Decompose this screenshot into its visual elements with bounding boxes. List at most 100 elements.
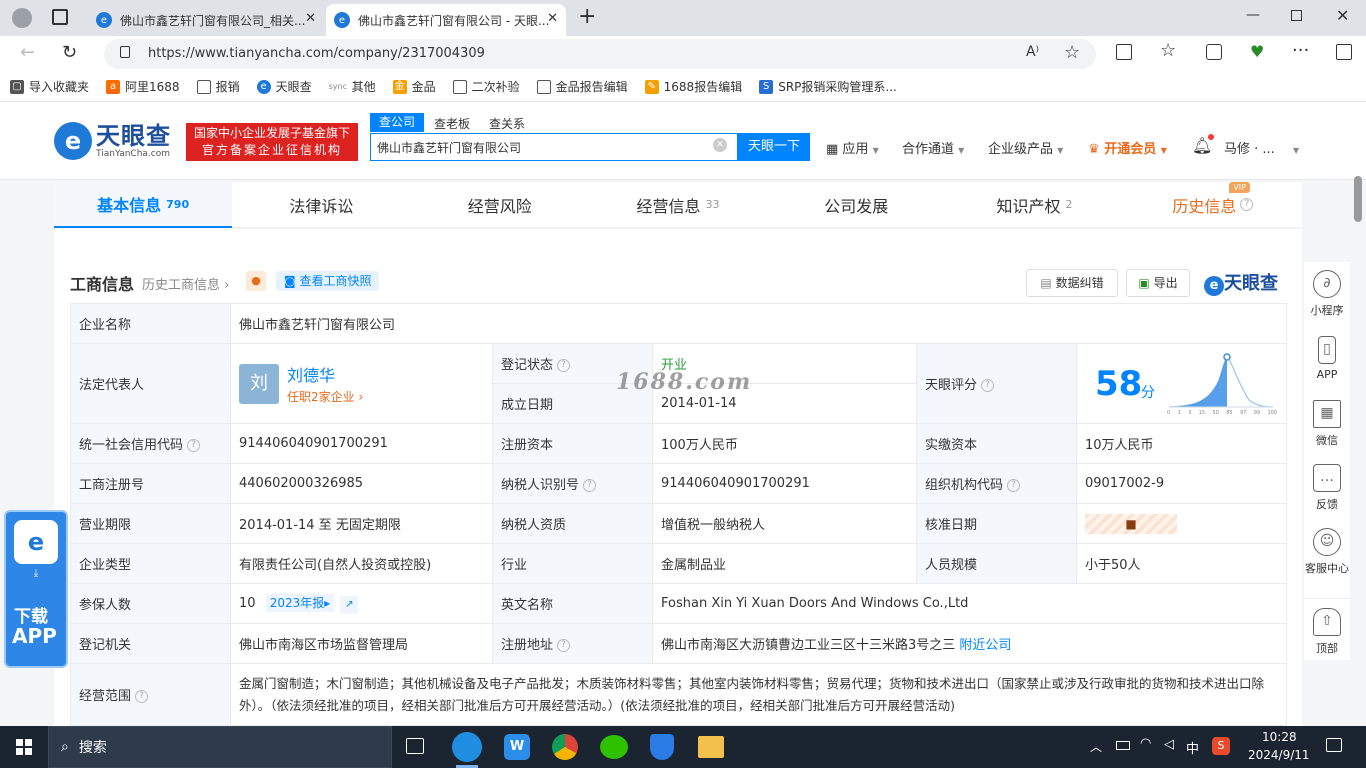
extensions-icon[interactable]: ♥ [1250,42,1264,61]
split-screen-icon[interactable] [1116,44,1132,60]
nav-vip[interactable]: ♛ 开通会员 ▼ [1088,138,1167,157]
close-tab-icon[interactable]: ✕ [547,11,558,26]
search-button[interactable]: 天眼一下 [738,133,810,161]
annual-report-dropdown[interactable]: 2023年报▸ [265,593,335,612]
clock-time[interactable]: 10:28 [1262,730,1297,744]
side-mini-program[interactable]: ∂ 小程序 [1304,270,1350,318]
alert-bell-icon[interactable]: ● [246,271,266,291]
security-taskbar-icon[interactable] [650,734,674,760]
help-icon[interactable]: ? [981,379,995,392]
sogou-ime-icon[interactable]: S [1212,737,1230,755]
start-button[interactable] [16,739,32,755]
clear-search-icon[interactable]: ✕ [713,138,727,152]
side-wechat[interactable]: ▦ 微信 [1304,400,1350,448]
tab-ip[interactable]: 知识产权 2 [945,182,1124,228]
clock-date[interactable]: 2024/9/11 [1248,748,1310,762]
nav-cooperation[interactable]: 合作通道 ▼ [902,138,964,157]
search-tab-relation[interactable]: 查关系 [489,115,525,132]
side-back-to-top[interactable]: ⇧ 顶部 [1304,608,1350,656]
tab-risk[interactable]: 经营风险 [410,182,589,228]
help-icon[interactable]: ? [187,439,201,452]
snapshot-button[interactable]: ◙ 查看工商快照 [276,271,380,291]
side-customer-service[interactable]: ☺ 客服中心 [1304,528,1350,576]
mini-program-icon: ∂ [1313,270,1341,298]
minimize-button[interactable]: — [1246,7,1260,23]
wechat-taskbar-icon[interactable] [600,735,628,759]
legal-rep-companies-link[interactable]: 任职2家企业 › [287,388,363,405]
help-icon[interactable]: ? [1240,198,1254,211]
download-app-widget[interactable]: e ⤓ 下载 APP [4,510,68,668]
tab-legal[interactable]: 法律诉讼 [232,182,411,228]
tab-history[interactable]: 历史信息? VIP [1123,182,1302,228]
edge-taskbar-icon[interactable] [452,732,482,762]
notification-center-icon[interactable] [1326,738,1342,752]
help-icon[interactable]: ? [557,359,571,372]
tab-basic-info[interactable]: 基本信息 790 [54,182,233,228]
more-menu-icon[interactable]: ··· [1292,40,1309,61]
help-icon[interactable]: ? [1007,479,1021,492]
help-icon[interactable]: ? [557,639,571,652]
export-button[interactable]: ▣ 导出 [1126,269,1190,297]
tab-operation[interactable]: 经营信息 33 [588,182,768,228]
approve-date-locked[interactable]: ■ [1075,503,1288,544]
bookmark-item[interactable]: ▢ 导入收藏夹 [10,78,89,95]
cell-label: 核准日期 [916,503,1077,544]
chrome-taskbar-icon[interactable] [552,734,578,760]
nearby-companies-link[interactable]: 附近公司 [959,638,1011,653]
read-aloud-icon[interactable]: A⁾ [1026,44,1039,60]
favorite-star-icon[interactable]: ☆ [1064,42,1080,63]
back-button[interactable]: ← [20,42,35,63]
search-tab-boss[interactable]: 查老板 [434,115,470,132]
search-tab-company[interactable]: 查公司 [370,113,424,132]
volume-icon[interactable]: ◁ [1164,737,1174,752]
taskbar-search[interactable]: ⌕ 搜索 [48,726,392,768]
page-scrollbar[interactable] [1354,176,1362,222]
battery-icon[interactable] [1116,741,1130,750]
explorer-taskbar-icon[interactable] [698,736,724,758]
site-logo[interactable]: e 天眼查 TianYanCha.com [54,122,171,160]
search-input[interactable]: 佛山市鑫艺轩门窗有限公司 ✕ [370,133,738,161]
trend-chart-icon[interactable]: ↗ [340,595,359,614]
bookmark-item[interactable]: e 天眼查 [256,78,312,95]
search-icon: ⌕ [61,739,69,755]
ime-indicator[interactable]: 中 [1186,738,1199,757]
nav-enterprise[interactable]: 企业级产品 ▼ [988,138,1063,157]
reload-icon[interactable]: ↻ [62,42,77,63]
bookmark-item[interactable]: 金品报告编辑 [536,78,628,95]
bookmark-item[interactable]: sync 其他 [328,78,376,95]
bookmark-item[interactable]: 报销 [196,78,240,95]
legal-rep-name[interactable]: 刘德华 [287,362,335,386]
new-tab-button[interactable]: + [578,4,596,29]
wifi-icon[interactable]: ◠ [1140,736,1151,751]
task-view-icon[interactable] [406,738,424,754]
help-icon[interactable]: ? [135,690,149,703]
browser-tab-2[interactable]: e 佛山市鑫艺轩门窗有限公司 - 天眼... ✕ [326,4,566,36]
restore-button[interactable] [1291,10,1302,21]
bookmark-item[interactable]: a 阿里1688 [106,78,180,95]
side-feedback[interactable]: … 反馈 [1304,464,1350,512]
user-menu[interactable]: 马修 · ... ▼ [1224,138,1299,157]
close-tab-icon[interactable]: ✕ [305,11,316,26]
url-bar[interactable]: https://www.tianyancha.com/company/23170… [104,39,1096,69]
sidebar-toggle-icon[interactable] [1336,44,1352,60]
history-link[interactable]: 历史工商信息 › [142,274,229,293]
collections-icon[interactable] [1206,44,1222,60]
nav-apps[interactable]: ▦ 应用 ▼ [826,138,879,157]
help-icon[interactable]: ? [583,479,597,492]
bookmark-item[interactable]: S SRP报销采购管理系... [759,78,897,95]
tray-chevron-icon[interactable]: ︿ [1090,738,1102,755]
srp-icon: S [759,79,774,94]
profile-avatar[interactable] [12,8,32,28]
camera-icon: ◙ [284,274,300,288]
side-app[interactable]: ▯ APP [1304,336,1350,381]
bookmark-item[interactable]: 二次补验 [452,78,520,95]
wps-taskbar-icon[interactable]: W [504,734,530,760]
tab-actions-icon[interactable] [52,9,68,25]
close-window-button[interactable]: ✕ [1336,6,1349,25]
correct-data-button[interactable]: ▤ 数据纠错 [1026,269,1118,297]
tab-development[interactable]: 公司发展 [767,182,946,228]
bookmark-item[interactable]: ✎ 1688报告编辑 [644,78,742,95]
browser-tab-1[interactable]: e 佛山市鑫艺轩门窗有限公司_相关... ✕ [88,4,324,36]
favorites-icon[interactable]: ☆ [1160,40,1176,61]
bookmark-item[interactable]: 金金品 [392,78,436,95]
